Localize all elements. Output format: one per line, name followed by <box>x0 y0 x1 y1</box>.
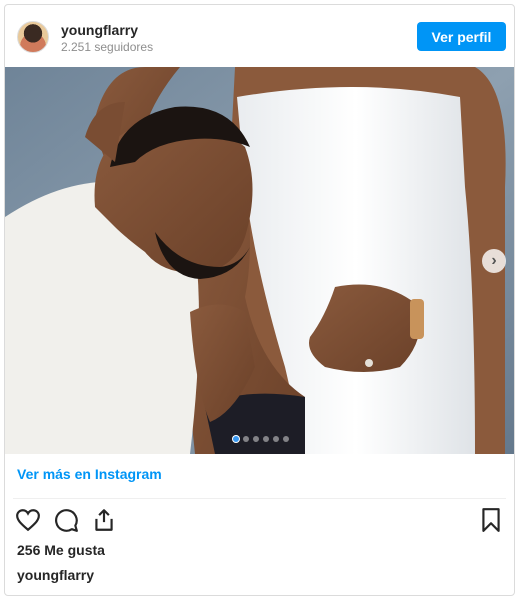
username[interactable]: youngflarry <box>61 22 138 38</box>
next-slide-button[interactable]: › <box>482 249 506 273</box>
carousel-dot <box>252 436 259 442</box>
post-header: youngflarry 2.251 seguidores Ver perfil <box>5 5 514 67</box>
share-icon[interactable] <box>91 507 117 533</box>
bookmark-icon[interactable] <box>478 507 504 533</box>
carousel-dot <box>272 436 279 442</box>
post-photo[interactable]: › <box>5 67 514 454</box>
like-count[interactable]: 256 Me gusta <box>17 542 105 558</box>
view-profile-button[interactable]: Ver perfil <box>417 22 506 51</box>
avatar[interactable] <box>17 21 49 53</box>
carousel-indicator <box>5 436 514 442</box>
follower-count: 2.251 seguidores <box>61 40 154 54</box>
carousel-dot <box>282 436 289 442</box>
action-bar <box>15 507 504 535</box>
carousel-dot <box>232 436 239 442</box>
caption-username[interactable]: youngflarry <box>17 567 94 583</box>
view-more-on-instagram-link[interactable]: Ver más en Instagram <box>17 466 162 482</box>
comment-icon[interactable] <box>53 507 79 533</box>
heart-icon[interactable] <box>15 507 41 533</box>
carousel-dot <box>242 436 249 442</box>
carousel-dot <box>262 436 269 442</box>
instagram-embed-card: youngflarry 2.251 seguidores Ver perfil <box>4 4 515 596</box>
divider <box>13 498 506 499</box>
